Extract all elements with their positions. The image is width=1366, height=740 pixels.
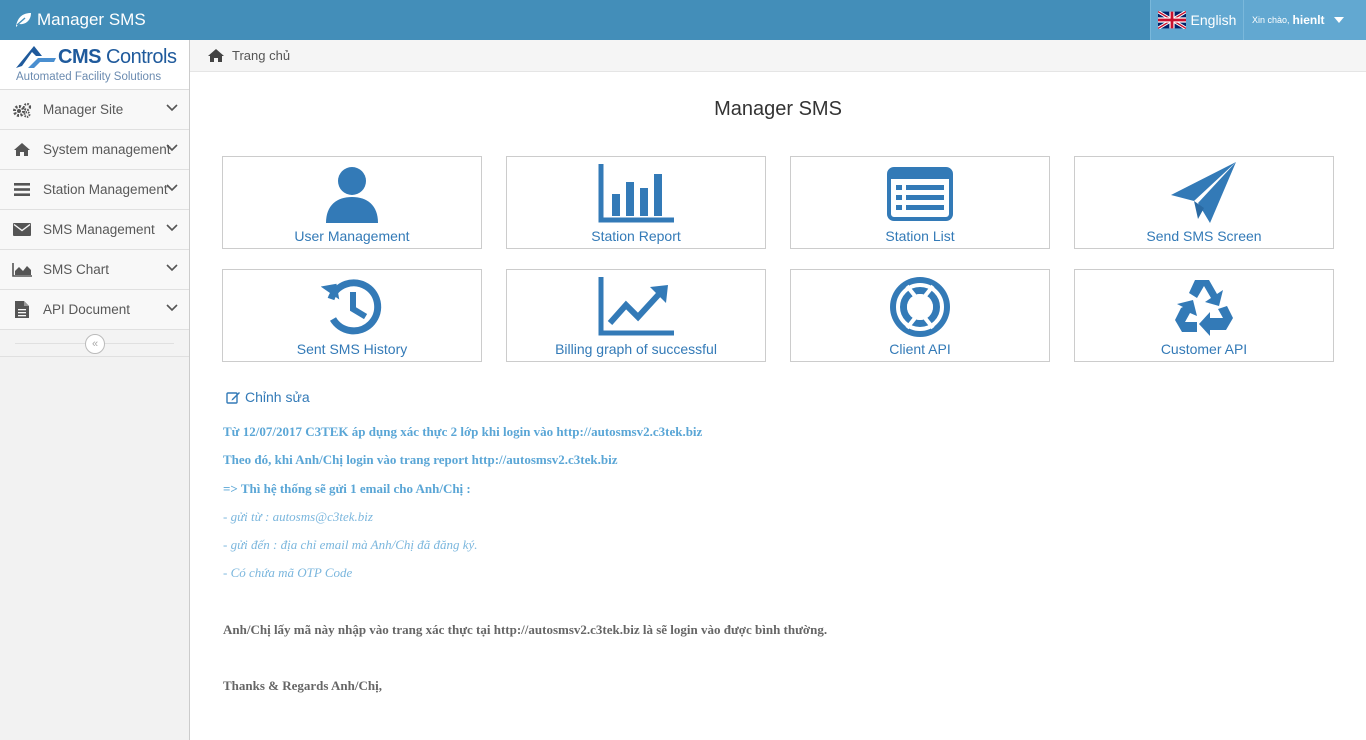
chevron-down-icon <box>166 104 178 112</box>
file-icon <box>12 301 32 318</box>
page-title: Manager SMS <box>714 98 842 120</box>
notice-signature: Thanks & Regards Anh/Chị, <box>223 678 382 693</box>
logo-tagline: Automated Facility Solutions <box>16 71 162 83</box>
bar-chart-icon <box>507 163 765 225</box>
sidebar-item-label: Station Management <box>43 182 168 197</box>
brand-title: Manager SMS <box>37 10 146 29</box>
language-selector[interactable]: English <box>1150 0 1243 40</box>
area-chart-icon <box>12 262 32 278</box>
tile-label: Billing graph of successful <box>555 341 717 357</box>
sidebar-collapse-button[interactable]: « <box>85 334 105 354</box>
tile-label: Station List <box>885 228 955 244</box>
sidebar-item-api-document[interactable]: API Document <box>0 290 189 330</box>
sidebar-item-system-management[interactable]: System management <box>0 130 189 170</box>
line-chart-icon <box>507 276 765 338</box>
tile-label: Client API <box>889 341 951 357</box>
tile-label: Customer API <box>1160 341 1248 357</box>
notice-line: Theo đó, khi Anh/Chị login vào trang rep… <box>223 452 618 467</box>
chevron-down-icon <box>166 304 178 312</box>
cogs-icon <box>12 102 32 118</box>
edit-label: Chỉnh sửa <box>245 389 310 405</box>
tile-client-api[interactable]: Client API <box>790 269 1050 362</box>
recycle-icon <box>1075 276 1333 338</box>
sidebar-item-sms-management[interactable]: SMS Management <box>0 210 189 250</box>
breadcrumb-home-link[interactable]: Trang chủ <box>232 48 290 63</box>
username: hienlt <box>1292 13 1325 27</box>
double-angle-left-icon: « <box>91 338 99 350</box>
chevron-down-icon <box>166 184 178 192</box>
tile-label: Station Report <box>591 228 681 244</box>
user-icon <box>223 163 481 225</box>
sidebar-item-sms-chart[interactable]: SMS Chart <box>0 250 189 290</box>
notice-line: Anh/Chị lấy mã này nhập vào trang xác th… <box>223 622 828 637</box>
sidebar-item-station-management[interactable]: Station Management <box>0 170 189 210</box>
sidebar-item-manager-site[interactable]: Manager Site <box>0 90 189 130</box>
notice-line: Từ 12/07/2017 C3TEK áp dụng xác thực 2 l… <box>223 424 703 439</box>
language-label: English <box>1190 12 1237 28</box>
sidebar-item-label: SMS Chart <box>43 262 110 277</box>
notice-line: - gửi đến : địa chỉ email mà Anh/Chị đã … <box>223 537 478 552</box>
tile-station-list[interactable]: Station List <box>790 156 1050 249</box>
edit-icon <box>226 392 240 404</box>
chevron-down-icon <box>166 144 178 152</box>
brand-link[interactable]: Manager SMS <box>14 0 146 40</box>
caret-down-icon <box>1333 17 1344 23</box>
sidebar-collapse-row: « <box>0 330 189 357</box>
edit-link[interactable]: Chỉnh sửa <box>226 389 310 405</box>
home-icon <box>208 49 224 62</box>
sidebar-item-label: API Document <box>43 302 131 317</box>
sidebar-item-label: Manager Site <box>43 102 124 117</box>
logo-name: CMS Controls <box>58 46 177 68</box>
notice-line: - gửi từ : autosms@c3tek.biz <box>223 509 373 524</box>
paper-plane-icon <box>1075 162 1333 225</box>
breadcrumb: Trang chủ <box>190 40 1366 72</box>
tile-send-sms-screen[interactable]: Send SMS Screen <box>1074 156 1334 249</box>
tile-label: User Management <box>294 228 410 244</box>
tile-user-management[interactable]: User Management <box>222 156 482 249</box>
notice-line: - Có chứa mã OTP Code <box>223 565 353 580</box>
tile-customer-api[interactable]: Customer API <box>1074 269 1334 362</box>
top-navbar: Manager SMS English Xin chào, hienlt <box>0 0 1366 40</box>
home-icon <box>12 142 32 158</box>
bars-icon <box>12 182 32 198</box>
leaf-icon <box>16 13 31 27</box>
sidebar-item-label: SMS Management <box>43 222 155 237</box>
sidebar-item-label: System management <box>43 142 171 157</box>
chevron-down-icon <box>166 224 178 232</box>
tile-sent-sms-history[interactable]: Sent SMS History <box>222 269 482 362</box>
notice-line: => Thì hệ thống sẽ gửi 1 email cho Anh/C… <box>223 481 471 496</box>
company-logo: CMS Controls Automated Facility Solution… <box>0 40 189 90</box>
tile-label: Sent SMS History <box>296 341 408 357</box>
greeting-text: Xin chào, <box>1252 15 1290 25</box>
envelope-icon <box>12 222 32 238</box>
life-ring-icon <box>791 276 1049 338</box>
cms-logo-mark-icon <box>16 46 56 68</box>
uk-flag-icon <box>1157 11 1186 29</box>
sidebar: CMS Controls Automated Facility Solution… <box>0 40 190 740</box>
tile-label: Send SMS Screen <box>1146 228 1262 244</box>
chevron-down-icon <box>166 264 178 272</box>
tile-billing-graph[interactable]: Billing graph of successful <box>506 269 766 362</box>
history-icon <box>223 276 481 338</box>
user-menu[interactable]: Xin chào, hienlt <box>1243 0 1366 40</box>
list-alt-icon <box>791 163 1049 225</box>
tile-station-report[interactable]: Station Report <box>506 156 766 249</box>
